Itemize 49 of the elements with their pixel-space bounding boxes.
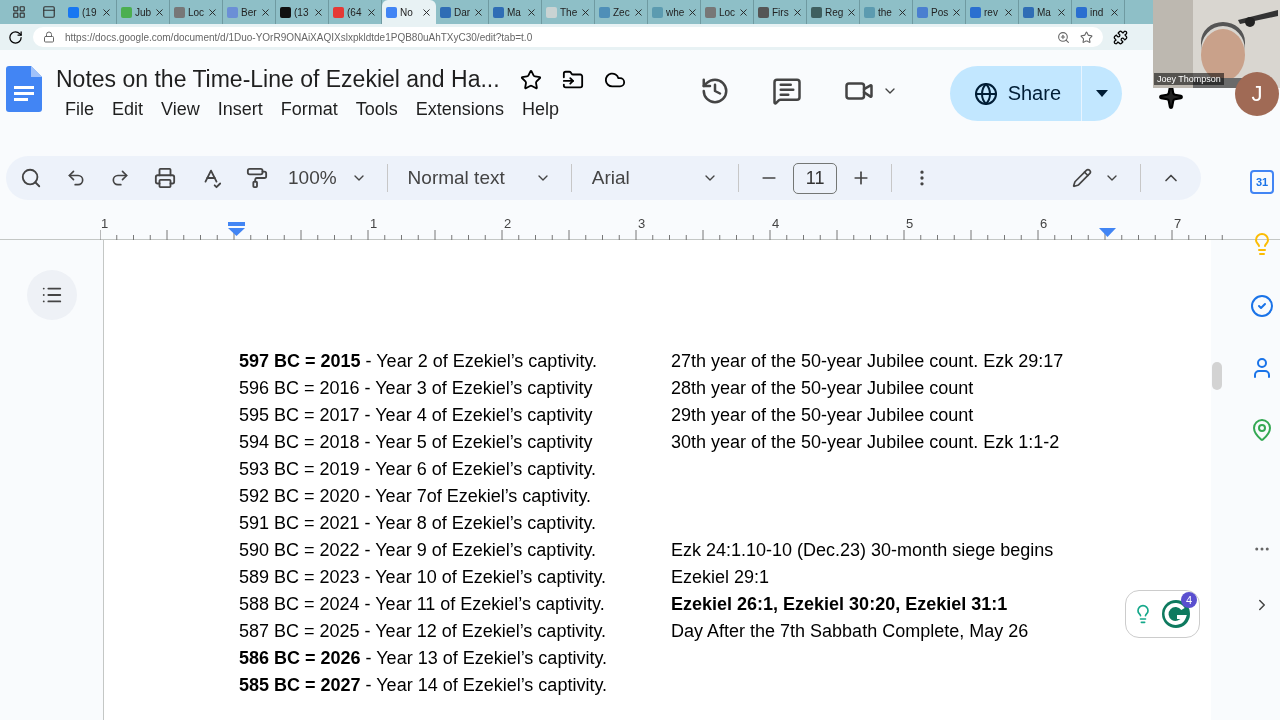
ruler-number: 4 — [772, 216, 780, 231]
ruler-number: 6 — [1040, 216, 1048, 231]
document-text: 592 BC = 2020 - Year 7of Ezekiel’s captivity. — [239, 486, 593, 507]
menu-item[interactable]: View — [152, 97, 209, 122]
document-text: 27th year of the 50-year Jubilee count. Ezk 29:17 — [671, 351, 1064, 372]
document-text: Ezekiel 29:1 — [671, 567, 770, 588]
document-text: Ezk 24:1.10-10 (Dec.23) 30-month siege begins — [671, 540, 1054, 561]
participant-name: Joey Thompson — [1154, 73, 1224, 85]
notification-badge: 4 — [1181, 592, 1197, 608]
document-text: 596 BC = 2016 - Year 3 of Ezekiel’s captivity — [239, 378, 594, 399]
document-text: Ezekiel 26:1, Ezekiel 30:20, Ezekiel 31:1 — [671, 594, 1008, 615]
document-text: 29th year of the 50-year Jubilee count — [671, 405, 974, 426]
document-text: 594 BC = 2018 - Year 5 of Ezekiel’s captivity — [239, 432, 594, 453]
document-text: 593 BC = 2019 - Year 6 of Ezekiel’s captivity. — [239, 459, 598, 480]
menu-item[interactable]: Tools — [346, 97, 407, 122]
address-bar[interactable]: https://docs.google.com/document/d/1Duo-YOrR9ONAiXAQIXslxpkldtde1PQB80uAhTXyC30/edit?tab=t.0 — [33, 27, 1103, 47]
font-size-field[interactable]: 11 — [792, 162, 838, 194]
ruler-number: 2 — [504, 216, 512, 231]
document-text: 595 BC = 2017 - Year 4 of Ezekiel’s captivity — [239, 405, 594, 426]
menu-item[interactable]: Insert — [208, 97, 272, 122]
ruler-number: 3 — [638, 216, 646, 231]
ruler-number: 5 — [906, 216, 914, 231]
document-text: 590 BC = 2022 - Year 9 of Ezekiel’s captivity. — [239, 540, 598, 561]
document-text: 587 BC = 2025 - Year 12 of Ezekiel’s captivity. — [239, 621, 608, 642]
menu-item[interactable]: Edit — [103, 97, 153, 122]
font-select[interactable]: Arial — [591, 167, 630, 189]
menu-item[interactable]: Help — [512, 97, 568, 122]
document-text: 591 BC = 2021 - Year 8 of Ezekiel’s captivity. — [239, 513, 598, 534]
document-text: 597 BC = 2015 - Year 2 of Ezekiel’s captivity. — [239, 351, 599, 372]
document-text: 585 BC = 2027 - Year 14 of Ezekiel’s captivity. — [239, 675, 609, 696]
style-select[interactable]: Normal text — [407, 167, 505, 189]
document-text: 588 BC = 2024 - Year 11 of Ezekiel’s captivity. — [239, 594, 606, 615]
ruler-number: 7 — [1174, 216, 1182, 231]
document-text: 586 BC = 2026 - Year 13 of Ezekiel’s captivity. — [239, 648, 609, 669]
ruler-number: 1 — [370, 216, 378, 231]
url-text: https://docs.google.com/document/d/1Duo-YOrR9ONAiXAQIXslxpkldtde1PQB80uAhTXyC30/edit?tab=t.0 — [65, 31, 534, 43]
calendar-app[interactable]: 31 — [1250, 170, 1274, 194]
document-title[interactable]: Notes on the Time-Line of Ezekiel and Ha... — [56, 66, 500, 93]
browser-tab[interactable]: No — [382, 0, 436, 24]
grammarly-widget[interactable]: 4 — [1125, 590, 1200, 638]
zoom-select[interactable]: 100% — [288, 167, 337, 189]
menu-item[interactable]: Extensions — [406, 97, 513, 122]
document-text: 28th year of the 50-year Jubilee count — [671, 378, 974, 399]
ruler-number: 1 — [101, 216, 109, 231]
menu-item[interactable]: File — [56, 97, 103, 122]
document-text: Day After the 7th Sabbath Complete, May 26 — [671, 621, 1029, 642]
menu-item[interactable]: Format — [271, 97, 347, 122]
document-text: 589 BC = 2023 - Year 10 of Ezekiel’s captivity. — [239, 567, 608, 588]
document-text: 30th year of the 50-year Jubilee count. Ezk 1:1-2 — [671, 432, 1060, 453]
